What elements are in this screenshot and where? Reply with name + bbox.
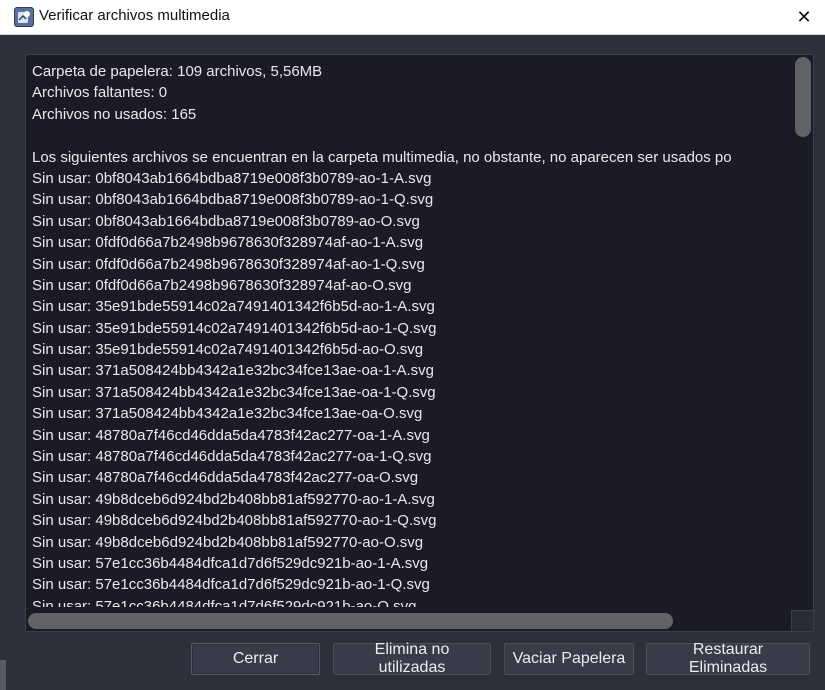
list-item: Sin usar: 35e91bde55914c02a7491401342f6b… [32,298,435,316]
scrollbar-corner [791,610,813,631]
vertical-scroll-thumb[interactable] [795,57,811,137]
close-button[interactable]: Cerrar [191,643,320,675]
list-item: Sin usar: 371a508424bb4342a1e32bc34fce13… [32,383,436,401]
list-item: Sin usar: 49b8dceb6d924bd2b408bb81af5927… [32,512,437,530]
delete-unused-button[interactable]: Elimina no utilizadas [333,641,491,676]
unused-file-list: Sin usar: 0bf8043ab1664bdba8719e008f3b07… [32,168,792,607]
list-item: Sin usar: 57e1cc36b4484dfca1d7d6f529dc92… [32,597,417,607]
list-item: Sin usar: 0bf8043ab1664bdba8719e008f3b07… [32,191,434,209]
list-item: Sin usar: 0bf8043ab1664bdba8719e008f3b07… [32,212,420,230]
list-item: Sin usar: 48780a7f46cd46dda5da4783f42ac2… [32,448,432,466]
report-text-area[interactable]: Carpeta de papelera: 109 archivos, 5,56M… [25,54,814,632]
trash-summary: Carpeta de papelera: 109 archivos, 5,56M… [32,63,323,80]
list-item: Sin usar: 35e91bde55914c02a7491401342f6b… [32,341,424,359]
background-window-edge [0,660,6,690]
check-media-dialog: Carpeta de papelera: 109 archivos, 5,56M… [6,35,825,690]
list-item: Sin usar: 48780a7f46cd46dda5da4783f42ac2… [32,469,419,487]
list-item: Sin usar: 49b8dceb6d924bd2b408bb81af5927… [32,533,424,551]
missing-summary: Archivos faltantes: 0 [32,84,168,102]
title-bar: Verificar archivos multimedia ✕ [0,0,825,35]
list-item: Sin usar: 48780a7f46cd46dda5da4783f42ac2… [32,426,430,444]
list-item: Sin usar: 35e91bde55914c02a7491401342f6b… [32,319,437,337]
unused-intro: Los siguientes archivos se encuentran en… [32,148,732,166]
list-item: Sin usar: 371a508424bb4342a1e32bc34fce13… [32,362,434,380]
list-item: Sin usar: 57e1cc36b4484dfca1d7d6f529dc92… [32,576,430,594]
empty-trash-button[interactable]: Vaciar Papelera [504,643,634,675]
window-title: Verificar archivos multimedia [39,7,230,24]
list-item: Sin usar: 0bf8043ab1664bdba8719e008f3b07… [32,169,432,187]
app-icon [14,7,34,27]
list-item: Sin usar: 0fdf0d66a7b2498b9678630f328974… [32,234,424,252]
horizontal-scrollbar[interactable] [26,611,792,631]
close-window-icon[interactable]: ✕ [783,0,825,34]
vertical-scrollbar[interactable] [792,55,813,611]
list-item: Sin usar: 0fdf0d66a7b2498b9678630f328974… [32,255,425,273]
list-item: Sin usar: 371a508424bb4342a1e32bc34fce13… [32,405,423,423]
unused-summary: Archivos no usados: 165 [32,105,197,123]
report-text: Carpeta de papelera: 109 archivos, 5,56M… [32,61,792,607]
list-item: Sin usar: 49b8dceb6d924bd2b408bb81af5927… [32,490,435,508]
list-item: Sin usar: 57e1cc36b4484dfca1d7d6f529dc92… [32,554,429,572]
list-item: Sin usar: 0fdf0d66a7b2498b9678630f328974… [32,276,412,294]
restore-deleted-button[interactable]: Restaurar Eliminadas [646,641,810,676]
horizontal-scroll-thumb[interactable] [28,613,673,629]
